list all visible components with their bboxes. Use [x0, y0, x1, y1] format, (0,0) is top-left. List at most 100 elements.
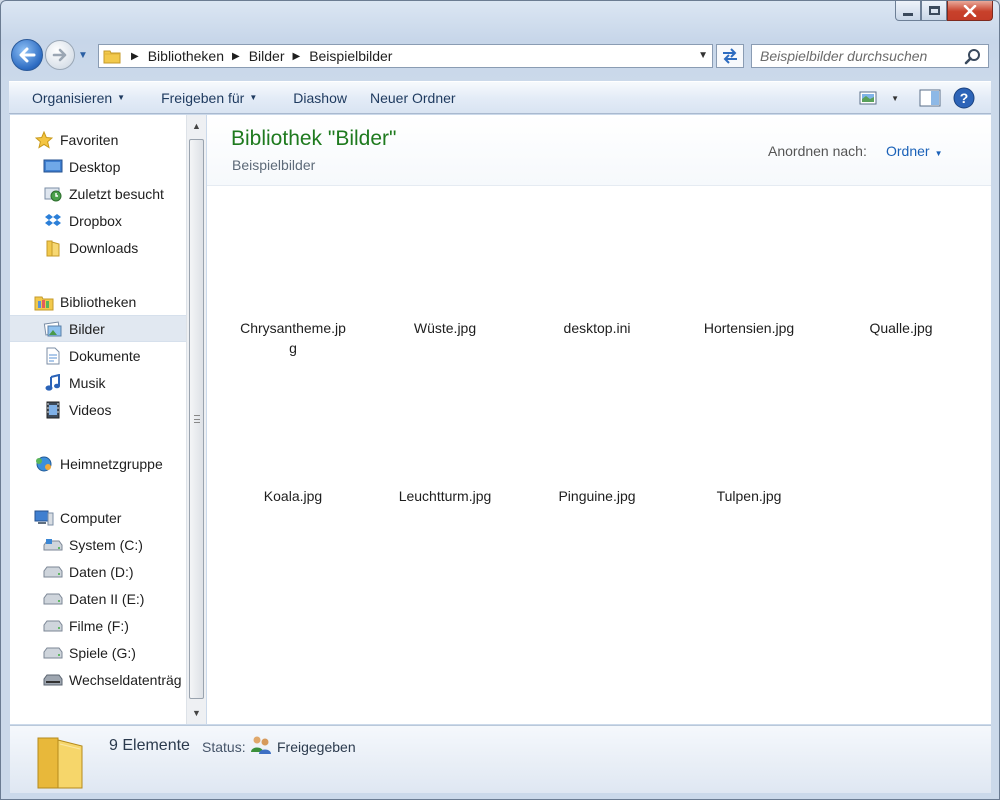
nav-item-label: Spiele (G:)	[69, 644, 136, 661]
refresh-icon	[723, 48, 737, 64]
star-icon	[34, 130, 54, 149]
nav-computer[interactable]: Computer	[10, 504, 186, 531]
svg-text:?: ?	[960, 90, 969, 106]
nav-item-recent-places[interactable]: Zuletzt besucht	[10, 180, 186, 207]
breadcrumb-pictures[interactable]: Bilder	[249, 48, 285, 64]
nav-item-videos[interactable]: Videos	[10, 396, 186, 423]
file-item[interactable]: Chrysantheme.jp g	[223, 318, 363, 358]
file-item[interactable]: Wüste.jpg	[375, 318, 515, 338]
file-name: Tulpen.jpg	[716, 488, 782, 504]
explorer-window: ▼ ▶ Bibliotheken ▶ Bilder ▶ Beispielbild…	[0, 0, 1000, 800]
nav-homegroup[interactable]: Heimnetzgruppe	[10, 450, 186, 477]
organize-menu[interactable]: Organisieren ▼	[9, 90, 125, 106]
nav-item-label: Wechseldatenträg	[69, 671, 182, 688]
minimize-button[interactable]	[895, 1, 921, 21]
caret-down-icon: ▼	[249, 93, 258, 102]
status-label: Status:	[202, 739, 246, 755]
libraries-icon	[34, 293, 54, 311]
refresh-button[interactable]	[716, 44, 744, 68]
close-button[interactable]	[947, 1, 993, 21]
file-item[interactable]: Koala.jpg	[223, 486, 363, 506]
search-box[interactable]: Beispielbilder durchsuchen	[751, 44, 989, 68]
nav-item-removable-drive[interactable]: Wechseldatenträg	[10, 666, 186, 693]
back-button[interactable]	[11, 39, 43, 71]
new-folder-label: Neuer Ordner	[369, 89, 456, 106]
breadcrumb-libraries[interactable]: Bibliotheken	[148, 48, 224, 64]
file-name: Leuchtturm.jpg	[398, 488, 492, 504]
nav-item-dropbox[interactable]: Dropbox	[10, 207, 186, 234]
preview-pane-icon[interactable]	[919, 89, 941, 107]
navigation-scrollbar[interactable]: ▲ ▼	[186, 115, 206, 724]
nav-item-drive-d[interactable]: Daten (D:)	[10, 558, 186, 585]
file-name: Pinguine.jpg	[558, 488, 636, 504]
nav-item-label: Desktop	[69, 158, 121, 175]
drive-icon	[43, 617, 63, 635]
folder-icon	[37, 737, 83, 789]
drive-icon	[43, 590, 63, 608]
view-dropdown-icon: ▼	[891, 93, 899, 103]
drive-icon	[43, 644, 63, 662]
file-item[interactable]: desktop.ini	[527, 318, 667, 338]
maximize-button[interactable]	[921, 1, 947, 21]
homegroup-icon	[34, 455, 54, 473]
nav-favorites[interactable]: Favoriten	[10, 126, 186, 153]
nav-item-label: Bilder	[69, 320, 105, 337]
view-thumbnail-icon	[859, 91, 877, 105]
nav-libraries[interactable]: Bibliotheken	[10, 288, 186, 315]
share-label: Freigeben für	[161, 89, 245, 106]
file-item[interactable]: Tulpen.jpg	[679, 486, 819, 506]
nav-item-drive-c[interactable]: System (C:)	[10, 531, 186, 558]
file-name-wrap: g	[289, 340, 297, 356]
chevron-right-icon[interactable]: ▶	[292, 51, 300, 62]
address-history-dropdown[interactable]: ▼	[698, 50, 708, 61]
change-view-button[interactable]: ▼	[859, 90, 899, 106]
file-item[interactable]: Pinguine.jpg	[527, 486, 667, 506]
nav-item-drive-e[interactable]: Daten II (E:)	[10, 585, 186, 612]
new-folder-button[interactable]: Neuer Ordner	[360, 90, 456, 106]
nav-libraries-label: Bibliotheken	[60, 293, 137, 310]
navigation-buttons: ▼	[11, 39, 88, 71]
recent-places-icon	[43, 185, 63, 203]
organize-label: Organisieren	[32, 89, 113, 106]
drive-icon	[43, 563, 63, 581]
breadcrumb-sample-pictures[interactable]: Beispielbilder	[309, 48, 392, 64]
nav-item-drive-f[interactable]: Filme (F:)	[10, 612, 186, 639]
chevron-right-icon[interactable]: ▶	[131, 51, 139, 62]
chevron-right-icon[interactable]: ▶	[232, 51, 240, 62]
library-header: Bibliothek "Bilder" Beispielbilder Anord…	[207, 115, 991, 186]
search-icon[interactable]	[964, 48, 982, 66]
caret-down-icon: ▼	[934, 149, 943, 158]
nav-item-pictures[interactable]: Bilder	[10, 315, 186, 342]
share-menu[interactable]: Freigeben für ▼	[138, 90, 257, 106]
nav-item-desktop[interactable]: Desktop	[10, 153, 186, 180]
arrow-right-icon	[52, 48, 67, 62]
arrange-by-dropdown[interactable]: Ordner ▼	[886, 143, 943, 159]
help-icon[interactable]: ?	[953, 87, 975, 109]
nav-item-downloads[interactable]: Downloads	[10, 234, 186, 261]
nav-item-label: Daten II (E:)	[69, 590, 145, 607]
nav-item-label: Daten (D:)	[69, 563, 134, 580]
file-item[interactable]: Leuchtturm.jpg	[375, 486, 515, 506]
nav-item-drive-g[interactable]: Spiele (G:)	[10, 639, 186, 666]
shared-users-icon	[251, 736, 271, 754]
slideshow-button[interactable]: Diashow	[270, 90, 347, 106]
nav-homegroup-label: Heimnetzgruppe	[60, 455, 163, 472]
status-value: Freigegeben	[277, 739, 356, 755]
recent-pages-dropdown[interactable]: ▼	[78, 50, 88, 61]
scroll-up-arrow[interactable]: ▲	[187, 117, 206, 135]
file-item[interactable]: Qualle.jpg	[831, 318, 971, 338]
scrollbar-thumb[interactable]	[189, 139, 204, 699]
grip-icon	[194, 415, 200, 423]
nav-item-documents[interactable]: Dokumente	[10, 342, 186, 369]
file-item[interactable]: Hortensien.jpg	[679, 318, 819, 338]
scroll-down-arrow[interactable]: ▼	[187, 704, 206, 722]
file-name: Chrysantheme.jp	[240, 320, 346, 336]
address-bar[interactable]: ▶ Bibliotheken ▶ Bilder ▶ Beispielbilder…	[98, 44, 713, 68]
videos-library-icon	[43, 401, 63, 419]
forward-button[interactable]	[45, 40, 75, 70]
music-library-icon	[43, 373, 63, 392]
computer-icon	[34, 509, 54, 527]
details-pane: 9 Elemente Status: Freigegeben	[10, 725, 991, 793]
command-bar: Organisieren ▼ Freigeben für ▼ Diashow Neu…	[9, 81, 991, 114]
nav-item-music[interactable]: Musik	[10, 369, 186, 396]
